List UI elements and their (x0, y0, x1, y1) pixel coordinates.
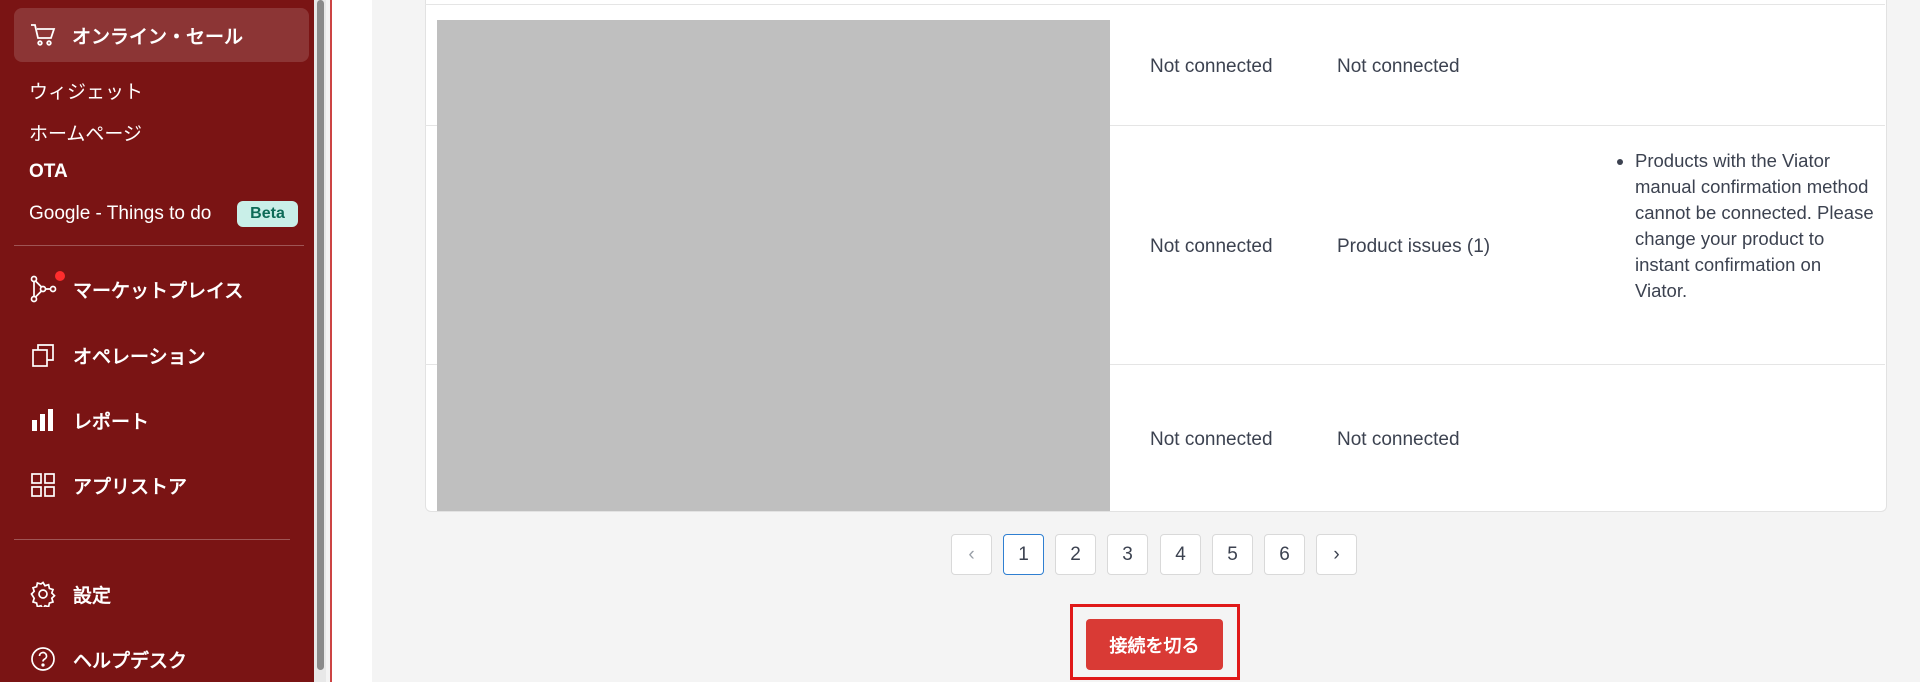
sidebar-scrollbar-thumb[interactable] (317, 0, 324, 670)
nav-settings-label: 設定 (73, 585, 112, 607)
notification-dot (55, 271, 65, 281)
page-6-button[interactable]: 6 (1264, 534, 1305, 575)
row-divider (425, 4, 1885, 5)
prev-page-button[interactable]: ‹ (951, 534, 992, 575)
sidebar-item-widget[interactable]: ウィジェット (29, 77, 143, 104)
bar-chart-icon (28, 405, 58, 435)
nav-operations-label: オペレーション (73, 346, 206, 368)
page-5-button[interactable]: 5 (1212, 534, 1253, 575)
sidebar-item-ota[interactable]: OTA (29, 161, 68, 183)
chevron-left-icon: ‹ (968, 543, 975, 565)
content-gutter (332, 0, 372, 682)
nav-app-store[interactable]: アプリストア (28, 467, 187, 503)
nav-settings[interactable]: 設定 (28, 576, 111, 612)
sidebar-item-google-things-to-do[interactable]: Google - Things to do (29, 203, 211, 225)
page-1-button[interactable]: 1 (1003, 534, 1044, 575)
table-cell-status: Not connected (1150, 236, 1273, 257)
table-cell-status: Not connected (1337, 56, 1460, 77)
network-icon (28, 271, 65, 304)
nav-helpdesk-label: ヘルプデスク (73, 650, 188, 672)
nav-reports-label: レポート (73, 411, 150, 433)
copy-icon (28, 340, 58, 370)
nav-marketplace[interactable]: マーケットプレイス (28, 271, 243, 307)
issue-list: Products with the Viator manual confirma… (1615, 148, 1875, 304)
page-2-button[interactable]: 2 (1055, 534, 1096, 575)
product-image-placeholder (437, 20, 1110, 511)
chevron-right-icon: › (1333, 543, 1340, 565)
gear-icon (28, 579, 58, 609)
table-cell-status: Not connected (1150, 56, 1273, 77)
cart-icon (28, 20, 58, 50)
nav-online-sales-label: オンライン・セール (72, 26, 244, 48)
nav-app-store-label: アプリストア (73, 476, 188, 498)
help-icon (28, 644, 58, 674)
sidebar-item-homepage[interactable]: ホームページ (29, 119, 142, 146)
next-page-button[interactable]: › (1316, 534, 1357, 575)
disconnect-button[interactable]: 接続を切る (1086, 619, 1223, 670)
nav-marketplace-label: マーケットプレイス (73, 280, 244, 302)
page-4-button[interactable]: 4 (1160, 534, 1201, 575)
apps-icon (28, 470, 58, 500)
nav-helpdesk[interactable]: ヘルプデスク (28, 641, 187, 677)
page-3-button[interactable]: 3 (1107, 534, 1148, 575)
issue-item: Products with the Viator manual confirma… (1635, 148, 1875, 304)
beta-badge: Beta (237, 201, 298, 227)
nav-reports[interactable]: レポート (28, 402, 149, 438)
sidebar-divider (14, 539, 290, 540)
nav-online-sales[interactable]: オンライン・セール (14, 8, 309, 62)
sidebar: オンライン・セール ウィジェット ホームページ OTA Google - Thi… (0, 0, 314, 682)
table-cell-status: Not connected (1337, 429, 1460, 450)
sidebar-divider (14, 245, 304, 246)
table-cell-issues: Product issues (1) (1337, 236, 1491, 257)
table-cell-status: Not connected (1150, 429, 1273, 450)
nav-operations[interactable]: オペレーション (28, 337, 206, 373)
